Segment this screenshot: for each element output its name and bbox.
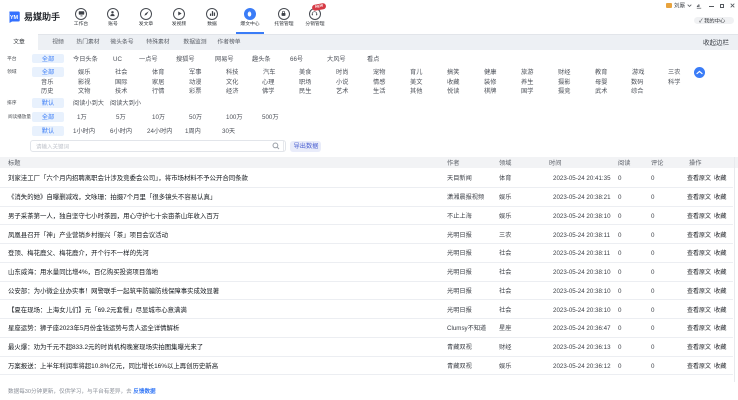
svg-text:YM: YM bbox=[10, 14, 19, 20]
